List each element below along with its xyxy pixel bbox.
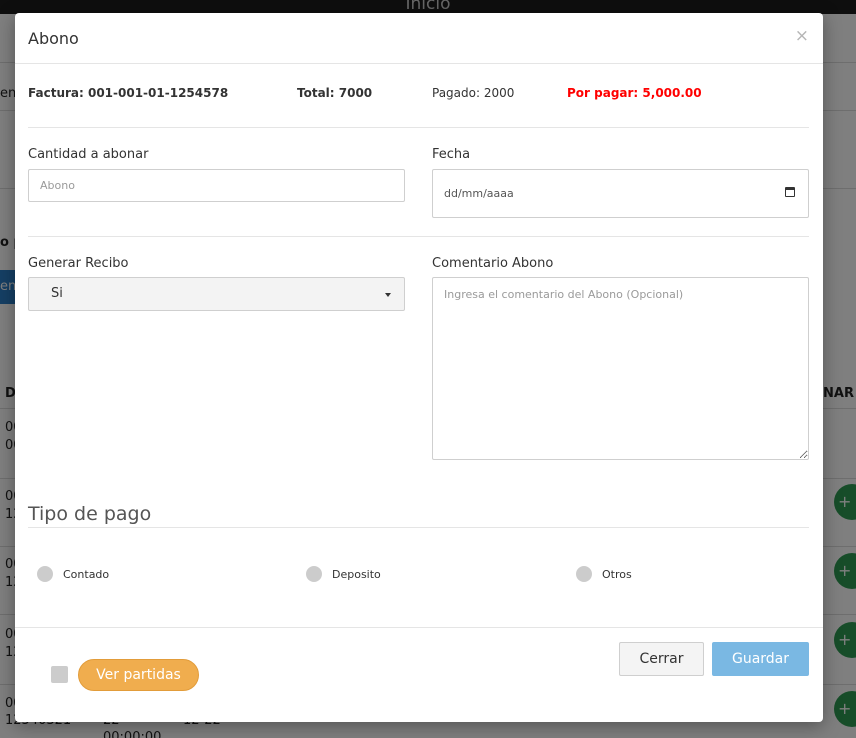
fecha-label: Fecha [432,147,471,162]
invoice-total: Total: 7000 [297,86,373,100]
recibo-select[interactable]: Si [28,277,405,311]
tipo-pago-title: Tipo de pago [28,503,152,525]
guardar-button[interactable]: Guardar [712,642,809,676]
fecha-placeholder: dd/mm/aaaa [444,187,514,200]
divider [28,527,809,528]
chevron-down-icon [385,293,391,297]
calendar-icon[interactable] [785,187,795,197]
radio-label: Contado [63,568,110,581]
radio-circle-icon[interactable] [576,566,592,582]
radio-circle-icon[interactable] [37,566,53,582]
ver-partidas-button[interactable]: Ver partidas [78,659,199,691]
cerrar-button[interactable]: Cerrar [619,642,704,676]
comentario-textarea[interactable] [432,277,809,460]
close-icon[interactable]: × [795,26,809,46]
radio-circle-icon[interactable] [306,566,322,582]
modal-header: Abono × [15,13,823,64]
invoice-paid: Pagado: 2000 [432,86,515,100]
fecha-input[interactable]: dd/mm/aaaa [432,169,809,218]
invoice-number: Factura: 001-001-01-1254578 [28,86,229,100]
radio-label: Deposito [332,568,381,581]
partidas-checkbox[interactable] [51,666,68,683]
invoice-balance-due: Por pagar: 5,000.00 [567,86,702,100]
divider [28,236,809,237]
comentario-label: Comentario Abono [432,256,554,271]
recibo-label: Generar Recibo [28,256,129,271]
divider [28,127,809,128]
modal-title: Abono [28,29,79,48]
recibo-selected-value: Si [51,286,63,301]
cantidad-input[interactable] [28,169,405,202]
radio-label: Otros [602,568,632,581]
abono-modal: Abono × Factura: 001-001-01-1254578 Tota… [15,13,823,722]
cantidad-label: Cantidad a abonar [28,147,149,162]
footer-divider [15,627,823,628]
